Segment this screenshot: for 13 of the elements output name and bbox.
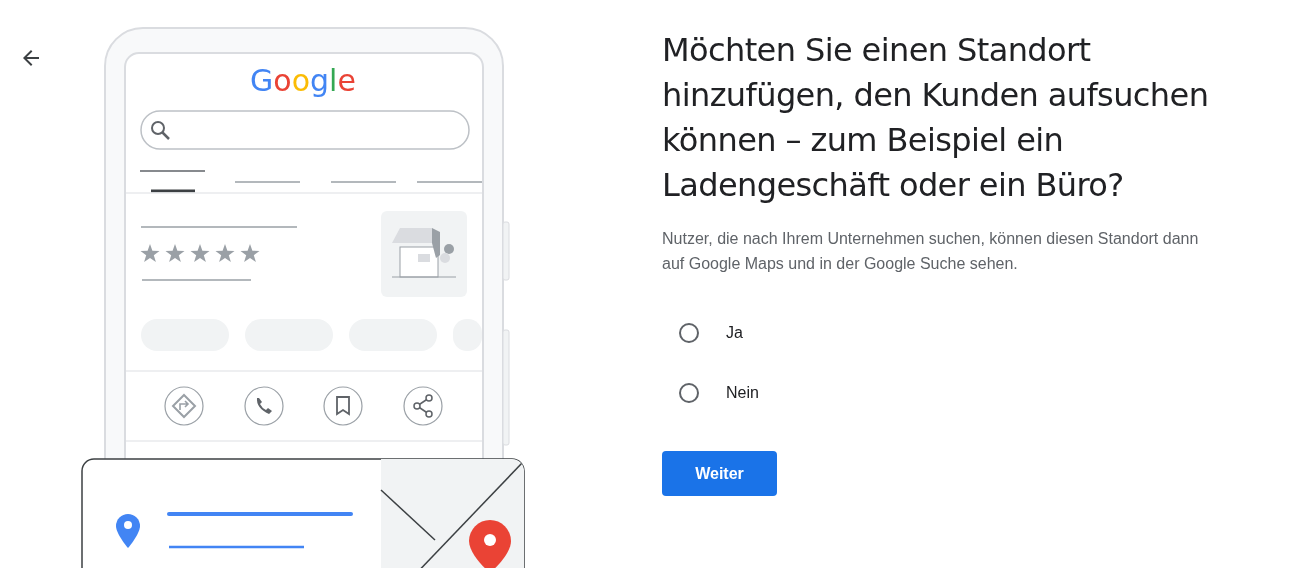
directions-icon bbox=[164, 386, 204, 426]
option-label[interactable]: Nein bbox=[726, 384, 759, 402]
description: Nutzer, die nach Ihrem Unternehmen suchen, können diesen Standort dann auf Google Maps und in der Google Suche sehen. bbox=[662, 229, 1200, 274]
google-logo: Google bbox=[250, 63, 356, 98]
radio-button[interactable] bbox=[679, 323, 699, 343]
option-label[interactable]: Ja bbox=[726, 324, 743, 342]
next-button[interactable]: Weiter bbox=[662, 451, 777, 496]
bookmark-icon bbox=[323, 386, 363, 426]
share-icon bbox=[403, 386, 443, 426]
store-icon bbox=[381, 211, 467, 297]
radio-button[interactable] bbox=[679, 383, 699, 403]
heading: Möchten Sie einen Standort hinzufügen, den Kunden aufsuchen können – zum Beispiel ein Ladengeschäft oder ein Büro? bbox=[662, 30, 1210, 206]
phone-icon bbox=[244, 386, 284, 426]
